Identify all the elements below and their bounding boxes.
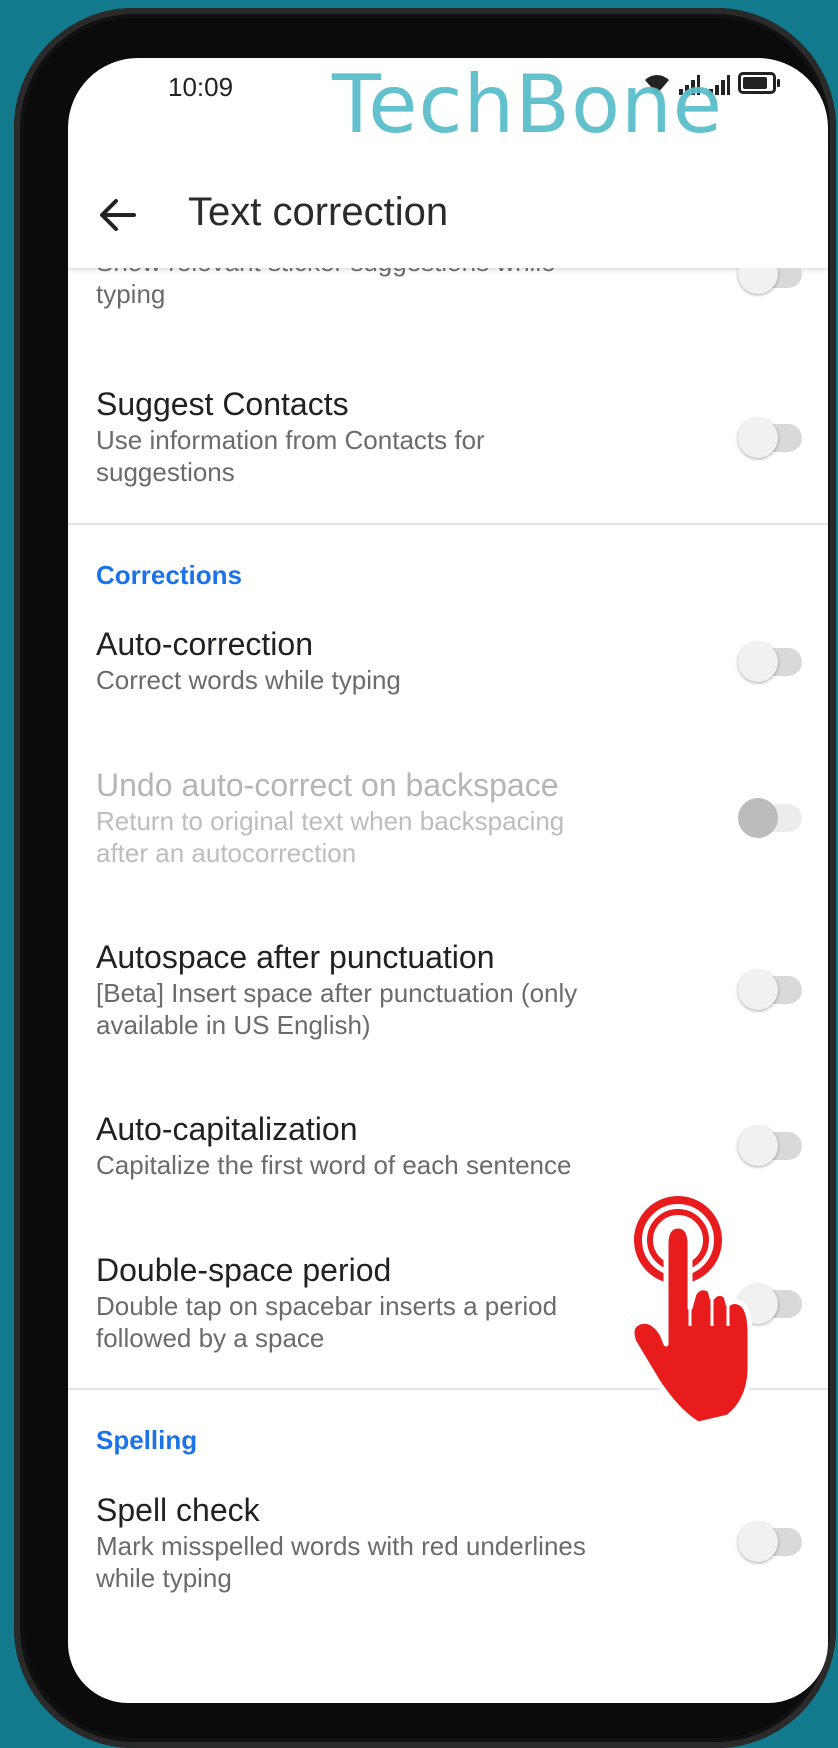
section-divider <box>68 523 828 525</box>
app-bar: Text correction <box>68 148 828 270</box>
section-header-spelling: Spelling <box>96 1425 198 1455</box>
setting-subtitle: Mark misspelled words with red underline… <box>96 1531 586 1593</box>
battery-icon <box>738 72 780 94</box>
setting-subtitle: Use information from Contacts for sugges… <box>96 425 485 487</box>
toggle-knob <box>738 642 778 682</box>
phone-frame: 10:09 TechBone Text correction typing Su… <box>14 8 836 1748</box>
tap-pointer-icon <box>629 1196 753 1427</box>
settings-list: Show relevant sticker suggestions while … <box>68 268 828 1703</box>
toggle-auto-capitalization[interactable] <box>738 1126 802 1166</box>
toggle-undo-auto-correct <box>738 798 802 838</box>
toggle-suggest-contacts[interactable] <box>738 418 802 458</box>
setting-spell-check[interactable]: Spell check Mark misspelled words with r… <box>96 1490 796 1594</box>
setting-subtitle: Capitalize the first word of each senten… <box>96 1150 572 1180</box>
phone-screen: 10:09 TechBone Text correction typing Su… <box>68 58 828 1703</box>
setting-autospace-punctuation[interactable]: Autospace after punctuation [Beta] Inser… <box>96 937 796 1041</box>
setting-auto-correction[interactable]: Auto-correction Correct words while typi… <box>96 624 796 696</box>
setting-title: Auto-capitalization <box>96 1111 358 1147</box>
toggle-knob <box>738 970 778 1010</box>
toggle-autospace-punctuation[interactable] <box>738 970 802 1010</box>
setting-subtitle: Return to original text when backspacing… <box>96 806 565 868</box>
section-header-corrections: Corrections <box>96 560 242 590</box>
watermark-logo: TechBone <box>332 58 723 151</box>
toggle-auto-correction[interactable] <box>738 642 802 682</box>
toggle-knob <box>738 418 778 458</box>
setting-title: Undo auto-correct on backspace <box>96 767 559 803</box>
setting-suggest-contacts[interactable]: Suggest Contacts Use information from Co… <box>96 384 796 488</box>
toggle-knob <box>738 798 778 838</box>
setting-subtitle: Correct words while typing <box>96 665 401 695</box>
setting-title: Autospace after punctuation <box>96 939 495 975</box>
setting-sticker-suggestions[interactable]: Show relevant sticker suggestions while … <box>96 268 796 310</box>
back-arrow-icon[interactable] <box>96 193 140 237</box>
setting-subtitle: Double tap on spacebar inserts a period … <box>96 1291 558 1353</box>
setting-title: Auto-correction <box>96 626 313 662</box>
setting-title: Spell check <box>96 1492 260 1528</box>
status-time: 10:09 <box>168 72 234 102</box>
setting-subtitle: [Beta] Insert space after punctuation (o… <box>96 978 578 1040</box>
setting-undo-auto-correct: Undo auto-correct on backspace Return to… <box>96 765 796 869</box>
page-title: Text correction <box>188 190 449 234</box>
toggle-knob <box>738 1126 778 1166</box>
toggle-knob <box>738 1522 778 1562</box>
toggle-sticker-suggestions[interactable] <box>738 268 802 294</box>
toggle-spell-check[interactable] <box>738 1522 802 1562</box>
status-bar: 10:09 TechBone <box>68 58 828 151</box>
setting-auto-capitalization[interactable]: Auto-capitalization Capitalize the first… <box>96 1109 796 1181</box>
setting-title: Suggest Contacts <box>96 386 349 422</box>
setting-subtitle: Show relevant sticker suggestions while … <box>96 268 556 309</box>
